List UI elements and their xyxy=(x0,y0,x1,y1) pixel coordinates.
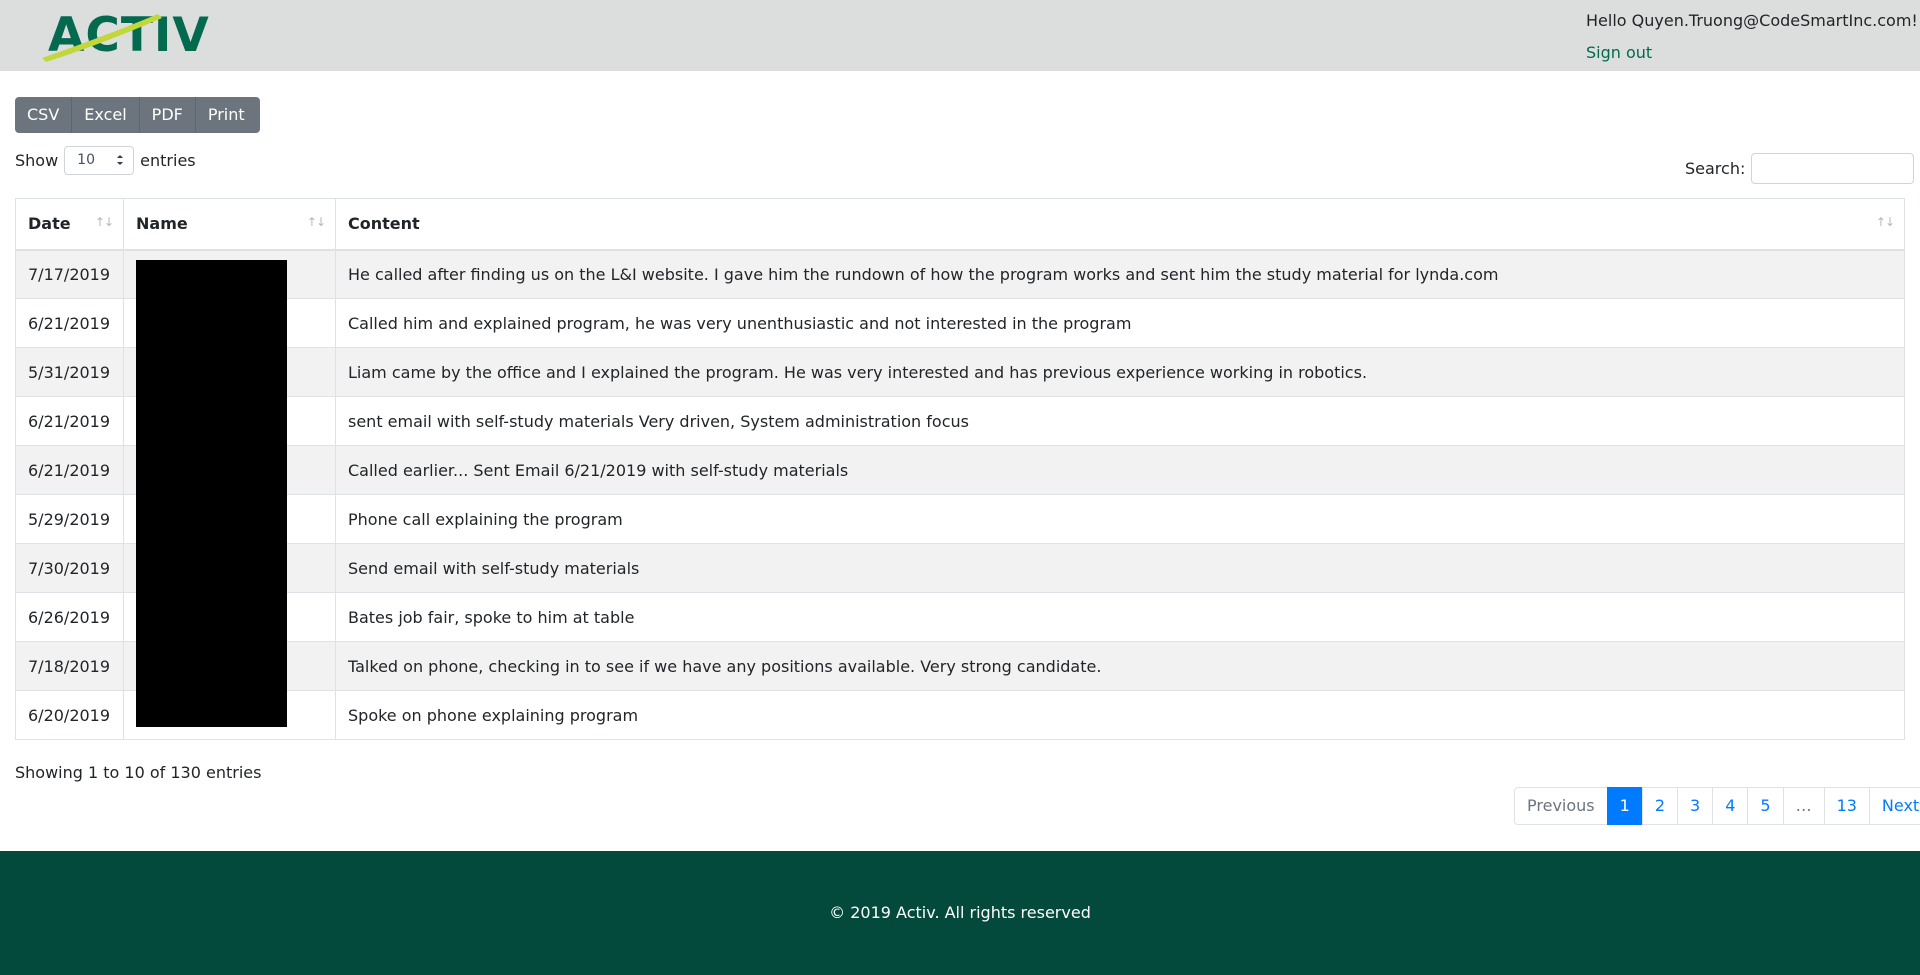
page-13-button[interactable]: 13 xyxy=(1823,787,1870,825)
site-header: ACTIV Hello Quyen.Truong@CodeSmartInc.co… xyxy=(0,0,1920,71)
search-label: Search: xyxy=(1685,159,1746,178)
next-page-button[interactable]: Next xyxy=(1868,787,1920,825)
content-cell: Send email with self-study materials xyxy=(335,543,1905,593)
date-header-label: Date xyxy=(28,214,71,234)
table-header-row: Date ↑↓ Name ↑↓ Content ↑↓ xyxy=(15,198,1905,251)
entries-select[interactable]: 10 xyxy=(64,146,135,175)
sort-icon: ↑↓ xyxy=(1875,215,1895,229)
entries-label: entries xyxy=(140,151,196,170)
copyright-text: © 2019 Activ. All rights reserved xyxy=(829,903,1091,922)
sign-out-link[interactable]: Sign out xyxy=(1586,43,1652,62)
date-cell: 6/20/2019 xyxy=(15,690,124,740)
table-row[interactable]: 6/20/2019 Spoke on phone explaining prog… xyxy=(15,690,1905,740)
content-cell: Phone call explaining the program xyxy=(335,494,1905,544)
pagination: Previous 1 2 3 4 5 … 13 Next xyxy=(1514,787,1920,825)
content-header-label: Content xyxy=(348,214,420,234)
date-cell: 5/31/2019 xyxy=(15,347,124,397)
pdf-button[interactable]: PDF xyxy=(139,97,196,133)
table-row[interactable]: 6/21/2019 Called earlier... Sent Email 6… xyxy=(15,445,1905,495)
content-cell: He called after finding us on the L&I we… xyxy=(335,249,1905,299)
date-cell: 7/17/2019 xyxy=(15,249,124,299)
site-footer: © 2019 Activ. All rights reserved xyxy=(0,851,1920,975)
page-2-button[interactable]: 2 xyxy=(1641,787,1678,825)
activ-logo[interactable]: ACTIV xyxy=(40,8,209,64)
page-3-button[interactable]: 3 xyxy=(1677,787,1714,825)
entries-select-value: 10 xyxy=(77,152,95,168)
table-info: Showing 1 to 10 of 130 entries xyxy=(15,763,262,782)
table-row[interactable]: 7/30/2019 Send email with self-study mat… xyxy=(15,543,1905,593)
date-column-header[interactable]: Date ↑↓ xyxy=(15,198,124,251)
name-header-label: Name xyxy=(136,214,188,234)
date-cell: 7/30/2019 xyxy=(15,543,124,593)
content-cell: Called earlier... Sent Email 6/21/2019 w… xyxy=(335,445,1905,495)
previous-page-button[interactable]: Previous xyxy=(1514,787,1608,825)
logo-swoosh-icon xyxy=(42,14,162,62)
sort-icon: ↑↓ xyxy=(94,215,114,229)
content-cell: Called him and explained program, he was… xyxy=(335,298,1905,348)
select-arrows-icon xyxy=(117,155,124,165)
page-1-button[interactable]: 1 xyxy=(1606,787,1643,825)
redaction-block xyxy=(136,260,287,727)
content-column-header[interactable]: Content ↑↓ xyxy=(335,198,1905,251)
date-cell: 6/21/2019 xyxy=(15,298,124,348)
date-cell: 7/18/2019 xyxy=(15,641,124,691)
name-column-header[interactable]: Name ↑↓ xyxy=(123,198,336,251)
sort-icon: ↑↓ xyxy=(306,215,326,229)
table-row[interactable]: 7/17/2019 He called after finding us on … xyxy=(15,249,1905,299)
csv-button[interactable]: CSV xyxy=(15,97,73,133)
excel-button[interactable]: Excel xyxy=(72,97,140,133)
page-5-button[interactable]: 5 xyxy=(1747,787,1784,825)
search-input[interactable] xyxy=(1751,153,1915,184)
date-cell: 6/21/2019 xyxy=(15,396,124,446)
date-cell: 6/21/2019 xyxy=(15,445,124,495)
table-search: Search: xyxy=(1685,153,1915,184)
pagination-ellipsis: … xyxy=(1782,787,1825,825)
notes-table: Date ↑↓ Name ↑↓ Content ↑↓ 7/17/2019 He … xyxy=(15,198,1905,740)
print-button[interactable]: Print xyxy=(195,97,260,133)
page-4-button[interactable]: 4 xyxy=(1712,787,1749,825)
content-cell: sent email with self-study materials Ver… xyxy=(335,396,1905,446)
table-row[interactable]: 5/31/2019 Liam came by the office and I … xyxy=(15,347,1905,397)
page-length-control: Show 10 entries xyxy=(15,146,196,175)
date-cell: 5/29/2019 xyxy=(15,494,124,544)
table-row[interactable]: 7/18/2019 Talked on phone, checking in t… xyxy=(15,641,1905,691)
content-cell: Bates job fair, spoke to him at table xyxy=(335,592,1905,642)
table-row[interactable]: 5/29/2019 Phone call explaining the prog… xyxy=(15,494,1905,544)
show-label: Show xyxy=(15,151,59,170)
content-cell: Spoke on phone explaining program xyxy=(335,690,1905,740)
content-cell: Talked on phone, checking in to see if w… xyxy=(335,641,1905,691)
date-cell: 6/26/2019 xyxy=(15,592,124,642)
table-row[interactable]: 6/21/2019 sent email with self-study mat… xyxy=(15,396,1905,446)
table-row[interactable]: 6/26/2019 Bates job fair, spoke to him a… xyxy=(15,592,1905,642)
user-greeting: Hello Quyen.Truong@CodeSmartInc.com! xyxy=(1586,11,1918,30)
export-button-group: CSV Excel PDF Print xyxy=(15,97,260,133)
content-cell: Liam came by the office and I explained … xyxy=(335,347,1905,397)
table-row[interactable]: 6/21/2019 Called him and explained progr… xyxy=(15,298,1905,348)
